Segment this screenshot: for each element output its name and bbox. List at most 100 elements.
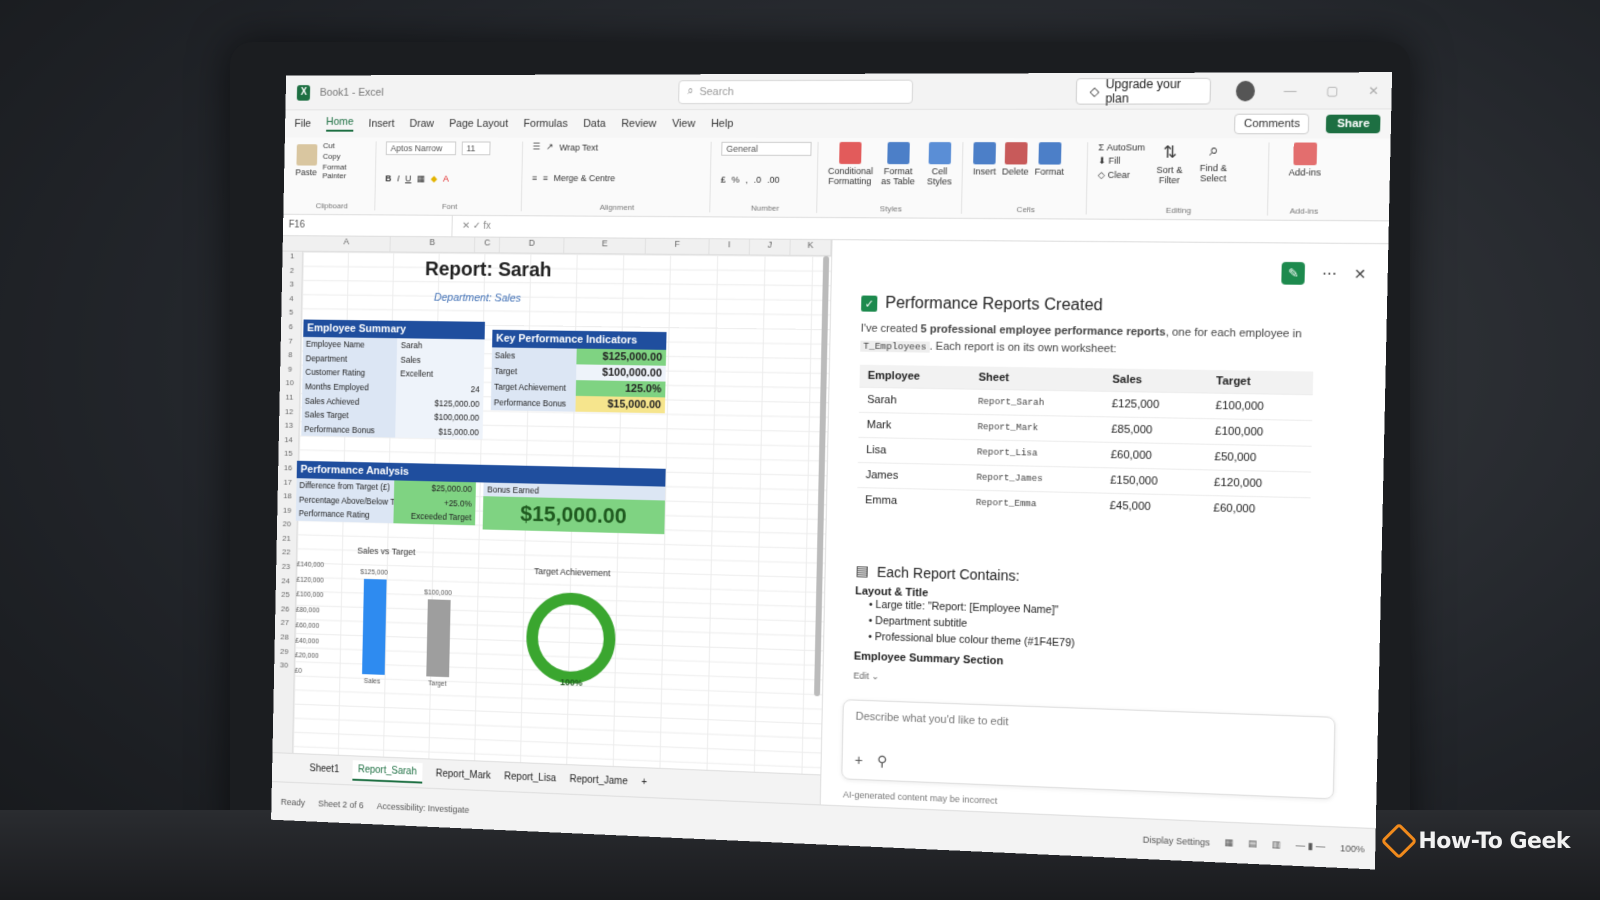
- number-format-select[interactable]: General: [721, 141, 812, 156]
- row-header[interactable]: 3: [282, 280, 302, 294]
- column-header[interactable]: B: [390, 236, 476, 253]
- row-header[interactable]: 2: [282, 266, 302, 280]
- page-break-icon[interactable]: ▥: [1272, 839, 1281, 851]
- column-header[interactable]: E: [564, 238, 647, 254]
- copy-button[interactable]: Copy: [323, 152, 370, 161]
- sheet-cells[interactable]: Report: Sarah Department: Sales Employee…: [292, 251, 832, 805]
- bold-button[interactable]: B: [385, 174, 391, 184]
- row-header[interactable]: 24: [276, 576, 296, 591]
- column-header[interactable]: K: [790, 239, 832, 256]
- underline-button[interactable]: U: [405, 174, 411, 184]
- row-header[interactable]: 4: [281, 294, 301, 308]
- align-top-icon[interactable]: ☰: [533, 142, 541, 153]
- insert-cells-button[interactable]: Insert: [973, 142, 997, 177]
- autosum-button[interactable]: Σ AutoSum: [1098, 142, 1145, 152]
- font-name-select[interactable]: Aptos Narrow: [385, 141, 457, 156]
- prompt-input[interactable]: Describe what you'd like to edit + ⚲: [841, 699, 1336, 800]
- column-header[interactable]: J: [749, 239, 791, 255]
- conditional-formatting-button[interactable]: Conditional Formatting: [828, 141, 873, 186]
- target-achievement-chart[interactable]: Target Achievement 100%: [483, 565, 660, 708]
- row-header[interactable]: 15: [278, 449, 298, 464]
- minimize-icon[interactable]: —: [1284, 83, 1297, 97]
- menu-item-insert[interactable]: Insert: [368, 118, 394, 130]
- row-header[interactable]: 17: [278, 477, 298, 492]
- donut-slice[interactable]: [531, 598, 610, 679]
- row-header[interactable]: 28: [275, 632, 295, 647]
- zoom-level[interactable]: 100%: [1340, 843, 1365, 854]
- font-size-select[interactable]: 11: [461, 141, 491, 156]
- new-chat-icon[interactable]: ✎: [1281, 261, 1306, 285]
- row-header[interactable]: 21: [277, 534, 297, 549]
- add-sheet-icon[interactable]: +: [641, 777, 647, 788]
- menu-item-review[interactable]: Review: [621, 118, 656, 130]
- row-header[interactable]: 10: [280, 379, 300, 393]
- bar-target[interactable]: [426, 599, 451, 678]
- row-header[interactable]: 6: [281, 322, 301, 336]
- normal-view-icon[interactable]: ▦: [1224, 837, 1233, 849]
- find-select-button[interactable]: ⌕ Find & Select: [1194, 142, 1233, 183]
- sales-vs-target-chart[interactable]: Sales vs Target £140,000 £120,000 £100,000…: [294, 544, 476, 696]
- maximize-icon[interactable]: ▢: [1326, 83, 1338, 97]
- delete-cells-button[interactable]: Delete: [1002, 142, 1029, 177]
- row-header[interactable]: 30: [274, 661, 294, 676]
- row-header[interactable]: 20: [277, 520, 297, 535]
- decrease-decimal-icon[interactable]: .00: [767, 175, 780, 185]
- row-header[interactable]: 13: [279, 421, 299, 436]
- row-header[interactable]: 1: [282, 252, 302, 266]
- sheet-tab-report_sarah[interactable]: Report_Sarah: [352, 760, 423, 784]
- menu-item-draw[interactable]: Draw: [410, 118, 435, 130]
- close-pane-icon[interactable]: ✕: [1354, 265, 1367, 283]
- row-header[interactable]: 11: [279, 393, 299, 407]
- row-header[interactable]: 26: [275, 604, 295, 619]
- row-header[interactable]: 16: [278, 463, 298, 478]
- wrap-text-button[interactable]: Wrap Text: [559, 142, 598, 152]
- row-header[interactable]: 19: [277, 505, 297, 520]
- avatar[interactable]: [1235, 80, 1255, 101]
- row-header[interactable]: 27: [275, 618, 295, 633]
- row-header[interactable]: 22: [276, 548, 296, 563]
- column-header[interactable]: A: [303, 236, 391, 252]
- italic-button[interactable]: I: [397, 174, 400, 184]
- menu-item-formulas[interactable]: Formulas: [523, 118, 567, 130]
- sheet-tab-report_jame[interactable]: Report_Jame: [569, 774, 627, 787]
- column-header[interactable]: C: [475, 237, 501, 253]
- spreadsheet-grid[interactable]: ABCDEFIJK 1 2 3 4 5 6 7 8 9 10 11 12 13 14 15 16 17 18 19 2…: [271, 236, 833, 805]
- display-settings-button[interactable]: Display Settings: [1143, 834, 1210, 847]
- accessibility-status[interactable]: Accessibility: Investigate: [377, 801, 470, 815]
- menu-item-help[interactable]: Help: [711, 118, 734, 130]
- row-header[interactable]: 8: [280, 350, 300, 364]
- menu-item-home[interactable]: Home: [325, 116, 354, 132]
- format-as-table-button[interactable]: Format as Table: [878, 142, 919, 186]
- attach-icon[interactable]: ⚲: [877, 753, 888, 770]
- row-header[interactable]: 9: [280, 364, 300, 378]
- add-ins-button[interactable]: Add-ins: [1279, 142, 1331, 178]
- row-header[interactable]: 14: [279, 435, 299, 450]
- align-center-icon[interactable]: ≡: [543, 173, 548, 183]
- share-button[interactable]: Share: [1326, 114, 1381, 134]
- sheet-tab-sheet1[interactable]: Sheet1: [309, 763, 339, 775]
- upgrade-plan-button[interactable]: ◇ Upgrade your plan: [1076, 76, 1211, 105]
- sheet-tab-report_mark[interactable]: Report_Mark: [436, 769, 491, 782]
- menu-item-data[interactable]: Data: [583, 118, 606, 130]
- cut-button[interactable]: Cut: [323, 141, 370, 150]
- row-header[interactable]: 29: [274, 646, 294, 661]
- row-header[interactable]: 12: [279, 407, 299, 421]
- comma-icon[interactable]: ,: [745, 175, 748, 185]
- format-painter-button[interactable]: Format Painter: [322, 163, 369, 181]
- fill-button[interactable]: ⬇ Fill: [1098, 156, 1145, 167]
- row-header[interactable]: 7: [281, 336, 301, 350]
- borders-icon[interactable]: ▦: [417, 173, 425, 184]
- menu-item-view[interactable]: View: [672, 118, 695, 130]
- row-header[interactable]: 25: [275, 590, 295, 605]
- paste-button[interactable]: Paste: [295, 144, 317, 177]
- sort-filter-button[interactable]: ⇅ Sort & Filter: [1151, 142, 1189, 185]
- merge-centre-button[interactable]: Merge & Centre: [554, 173, 616, 183]
- percent-icon[interactable]: %: [731, 175, 739, 185]
- menu-item-page-layout[interactable]: Page Layout: [449, 118, 508, 130]
- sheet-tab-report_lisa[interactable]: Report_Lisa: [504, 771, 556, 784]
- menu-item-file[interactable]: File: [294, 118, 311, 130]
- increase-decimal-icon[interactable]: .0: [754, 175, 762, 185]
- more-options-icon[interactable]: ⋯: [1322, 265, 1337, 283]
- column-header[interactable]: I: [709, 239, 751, 255]
- currency-icon[interactable]: ₤: [721, 175, 726, 185]
